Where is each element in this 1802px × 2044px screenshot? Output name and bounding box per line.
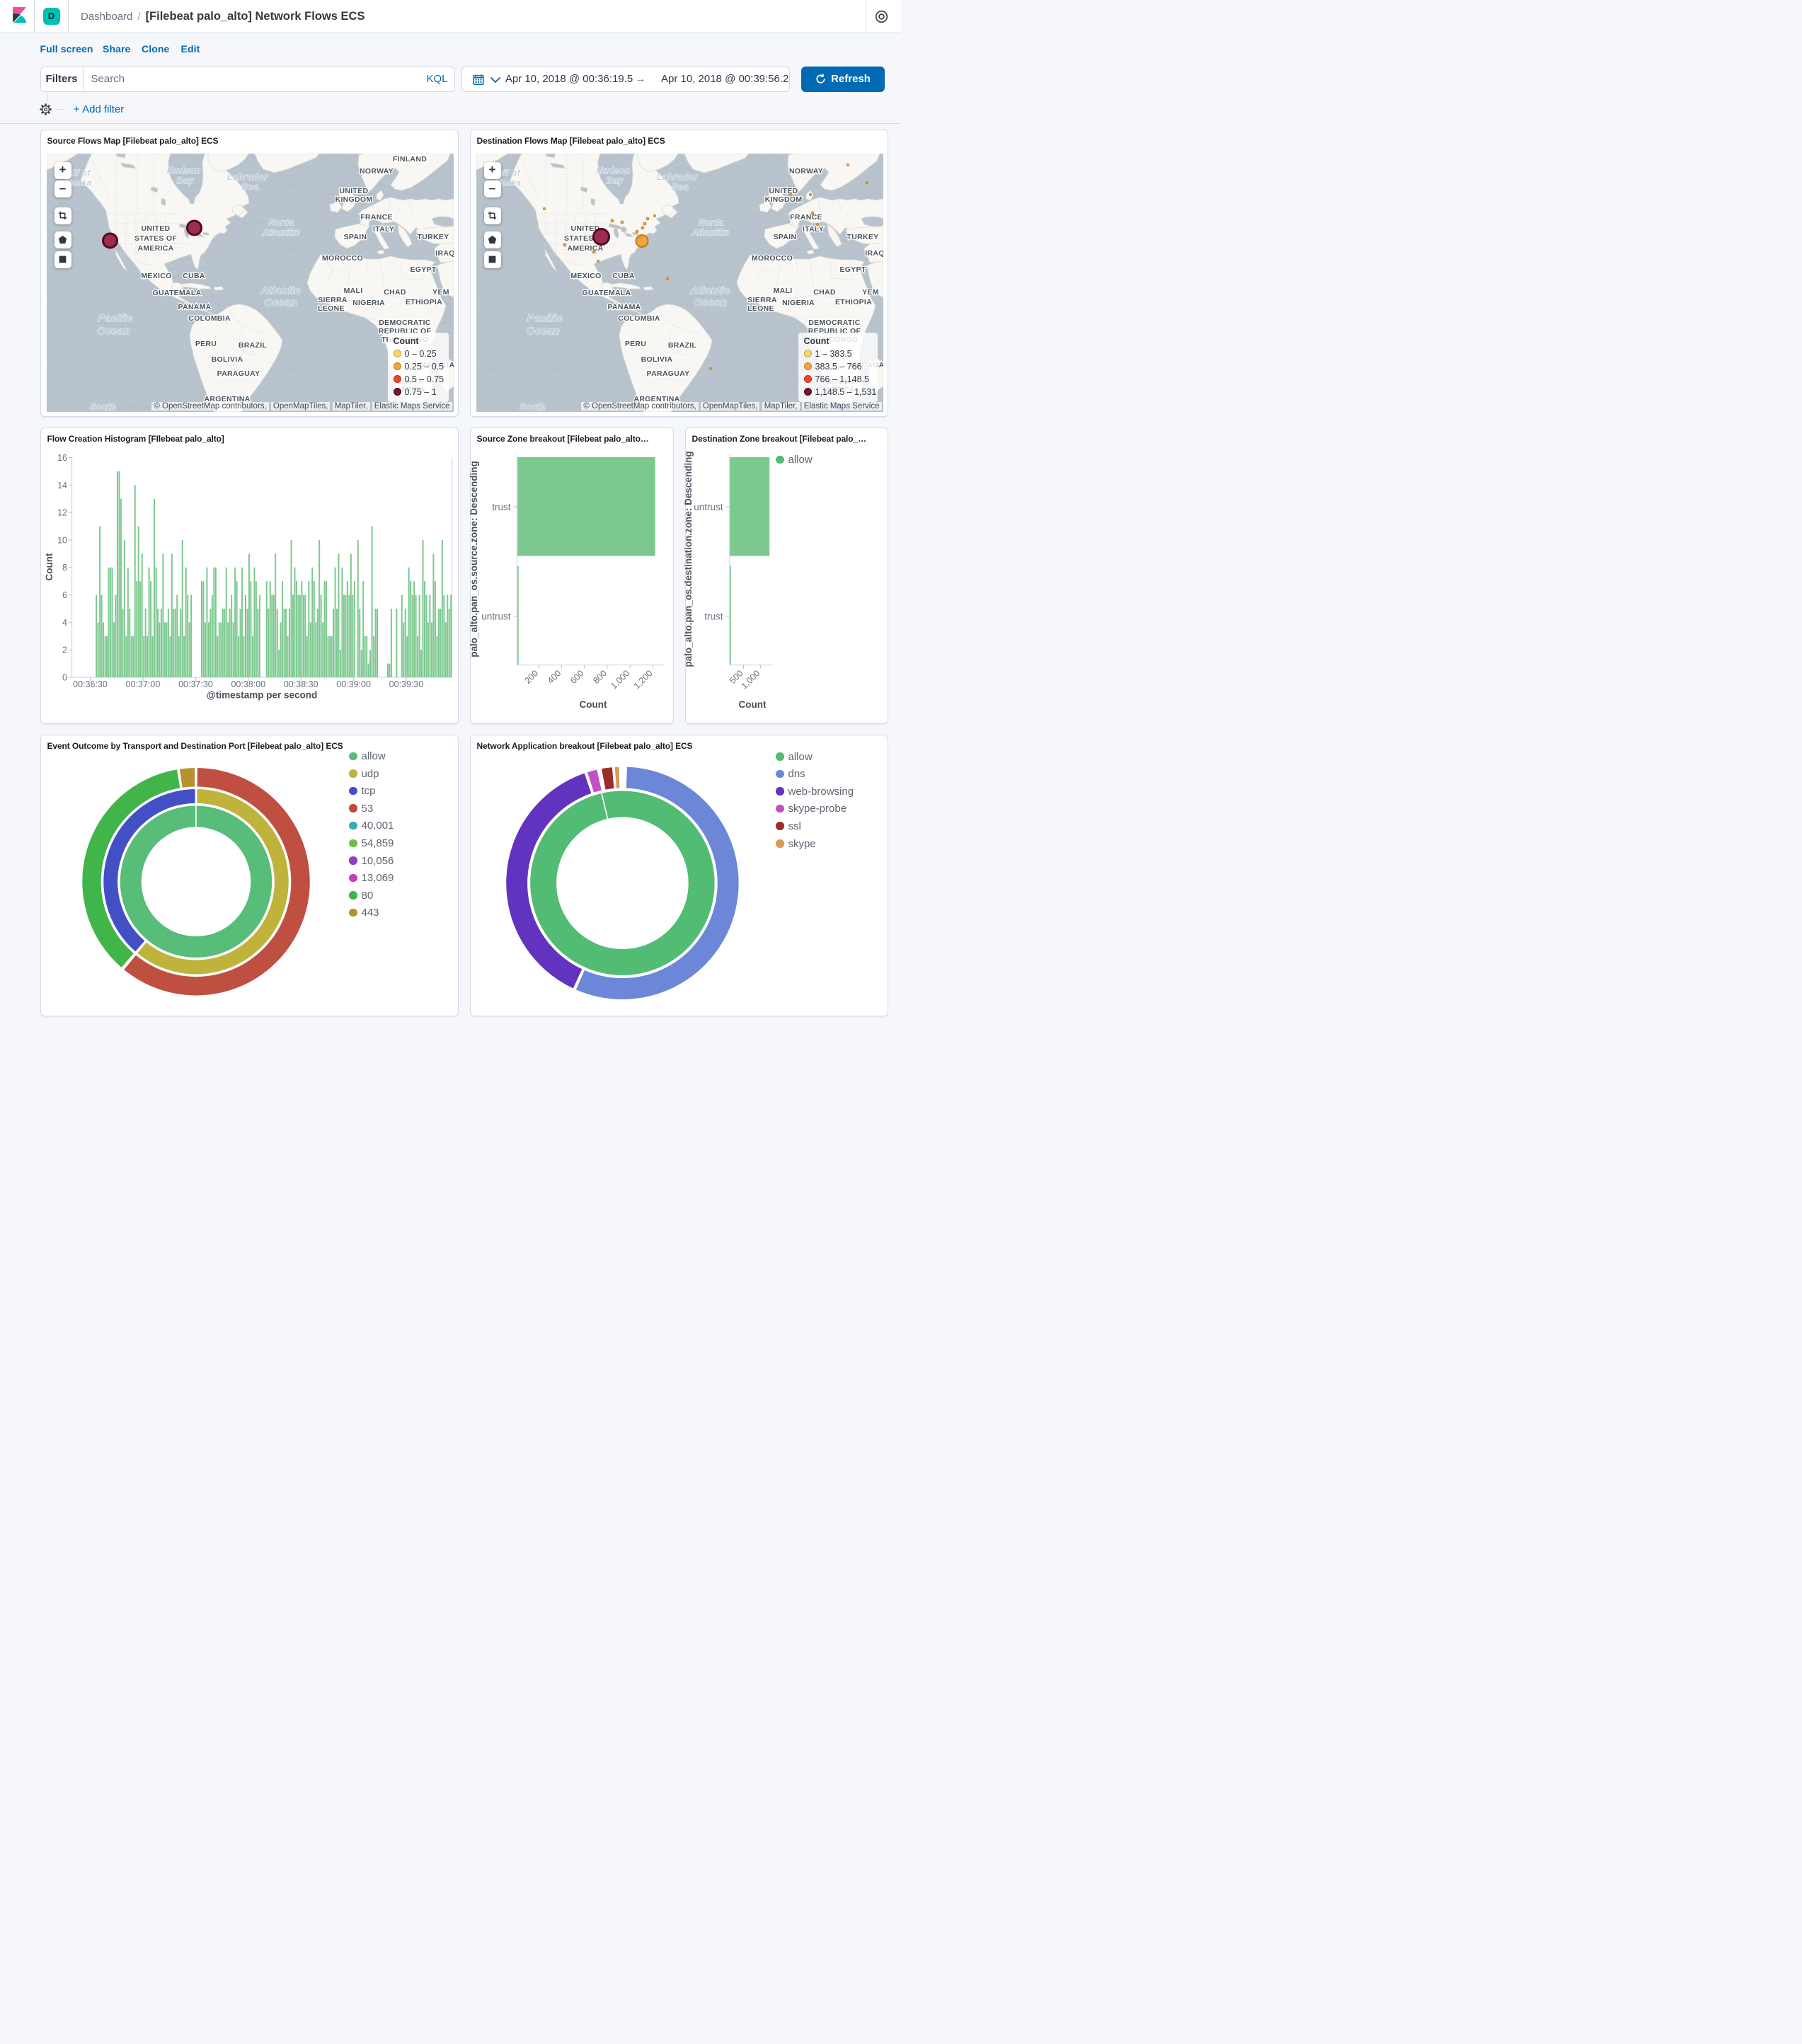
svg-text:SPAIN: SPAIN: [773, 233, 796, 241]
svg-text:SIERRA: SIERRA: [747, 296, 777, 304]
svg-text:PARAGUAY: PARAGUAY: [217, 369, 260, 378]
svg-text:ETHIOPIA: ETHIOPIA: [835, 298, 872, 306]
svg-text:NIGERIA: NIGERIA: [352, 299, 385, 307]
svg-text:Sea: Sea: [241, 182, 259, 192]
svg-text:ITALY: ITALY: [802, 225, 823, 234]
svg-text:Norda: Norda: [699, 219, 724, 227]
svg-text:DEMOCRATIC: DEMOCRATIC: [808, 318, 861, 327]
svg-text:NORWAY: NORWAY: [360, 167, 394, 176]
svg-text:Atlantic: Atlantic: [260, 285, 301, 296]
svg-text:CHAD: CHAD: [813, 288, 836, 297]
svg-text:Bay: Bay: [606, 176, 623, 185]
svg-text:South: South: [90, 402, 116, 412]
svg-text:PARAGUAY: PARAGUAY: [646, 369, 689, 378]
svg-text:Pacific: Pacific: [527, 312, 563, 323]
svg-text:UNITED: UNITED: [769, 187, 798, 195]
svg-text:MALI: MALI: [343, 287, 362, 295]
svg-text:CUBA: CUBA: [183, 272, 205, 280]
svg-text:Hudson: Hudson: [166, 166, 201, 176]
svg-text:Ocean: Ocean: [694, 297, 727, 308]
svg-text:Ocean: Ocean: [527, 325, 560, 336]
svg-text:PANAMA: PANAMA: [607, 303, 641, 311]
svg-text:ITALY: ITALY: [372, 225, 394, 234]
svg-text:FRANCE: FRANCE: [360, 213, 393, 222]
svg-text:Sea: Sea: [671, 182, 689, 192]
svg-text:FRANCE: FRANCE: [790, 213, 822, 222]
svg-text:YEM: YEM: [862, 288, 879, 297]
svg-text:Ocean: Ocean: [264, 297, 297, 308]
svg-text:GUATEMALA: GUATEMALA: [152, 289, 201, 297]
svg-text:TURKEY: TURKEY: [417, 233, 449, 241]
svg-text:DEMOCRATIC: DEMOCRATIC: [379, 318, 430, 327]
svg-text:UNITED: UNITED: [141, 224, 170, 233]
svg-text:MOROCCO: MOROCCO: [751, 254, 792, 263]
svg-text:LEONE: LEONE: [747, 304, 774, 313]
svg-text:PANAMA: PANAMA: [178, 303, 211, 311]
svg-text:South: South: [520, 402, 546, 412]
svg-text:Labrador: Labrador: [657, 172, 698, 182]
svg-text:BOLIVIA: BOLIVIA: [641, 355, 672, 364]
svg-text:ETHIOPIA: ETHIOPIA: [406, 298, 442, 306]
svg-text:Atlantic: Atlantic: [690, 285, 730, 296]
svg-text:STATES OF: STATES OF: [134, 234, 176, 243]
svg-text:FINLAND: FINLAND: [392, 155, 426, 163]
svg-text:EGYPT: EGYPT: [839, 265, 866, 274]
svg-text:CHAD: CHAD: [384, 288, 406, 297]
svg-text:EGYPT: EGYPT: [410, 265, 436, 274]
svg-text:MEXICO: MEXICO: [570, 272, 601, 280]
svg-text:BRAZIL: BRAZIL: [667, 341, 696, 350]
svg-text:COLOMBIA: COLOMBIA: [188, 314, 231, 323]
svg-text:NORWAY: NORWAY: [789, 167, 823, 176]
svg-text:MEXICO: MEXICO: [141, 272, 171, 280]
svg-text:Labrador: Labrador: [227, 172, 268, 182]
svg-text:SIERRA: SIERRA: [318, 296, 348, 304]
svg-text:BOLIVIA: BOLIVIA: [211, 355, 243, 364]
svg-text:KINGDOM: KINGDOM: [335, 195, 372, 204]
svg-text:PERU: PERU: [195, 340, 216, 348]
svg-text:MALI: MALI: [773, 287, 792, 295]
svg-text:Bay: Bay: [176, 176, 193, 185]
svg-text:AMERICA: AMERICA: [567, 244, 603, 253]
svg-text:LEONE: LEONE: [318, 304, 345, 313]
svg-text:Atlantiko: Atlantiko: [262, 229, 300, 237]
svg-text:NIGERIA: NIGERIA: [782, 299, 815, 307]
svg-text:MOROCCO: MOROCCO: [321, 254, 362, 263]
svg-text:COLOMBIA: COLOMBIA: [618, 314, 660, 323]
svg-text:TURKEY: TURKEY: [847, 233, 878, 241]
svg-text:IRAQ: IRAQ: [435, 249, 454, 258]
svg-text:Atlantiko: Atlantiko: [691, 229, 730, 237]
svg-text:SPAIN: SPAIN: [343, 233, 367, 241]
svg-text:KINGDOM: KINGDOM: [764, 195, 802, 204]
svg-text:GUATEMALA: GUATEMALA: [582, 289, 631, 297]
svg-text:Pacific: Pacific: [98, 312, 133, 323]
svg-text:Hudson: Hudson: [596, 166, 631, 176]
svg-text:IRAQ: IRAQ: [865, 249, 883, 258]
svg-text:Norda: Norda: [269, 219, 294, 227]
svg-text:CUBA: CUBA: [612, 272, 635, 280]
svg-text:Ocean: Ocean: [97, 325, 130, 336]
svg-text:AMERICA: AMERICA: [137, 244, 173, 253]
svg-text:PERU: PERU: [624, 340, 645, 348]
svg-text:YEM: YEM: [432, 288, 449, 297]
svg-text:UNITED: UNITED: [339, 187, 368, 195]
svg-text:BRAZIL: BRAZIL: [238, 341, 267, 350]
